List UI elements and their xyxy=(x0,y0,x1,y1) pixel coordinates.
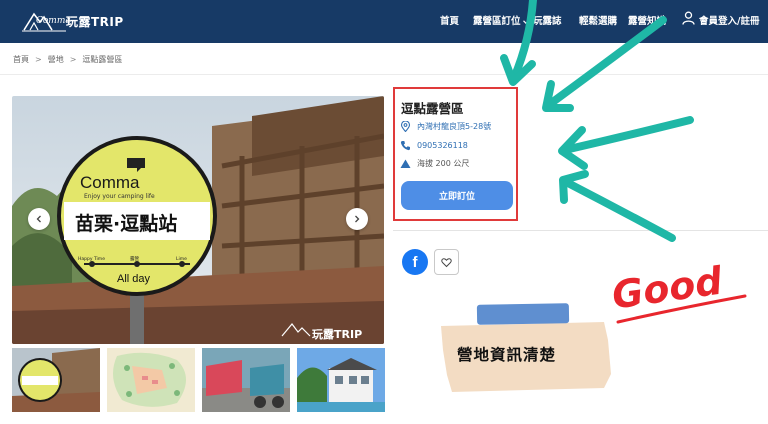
arrow-3-head xyxy=(558,126,588,170)
nav-camping-knowledge[interactable]: 露營知識 xyxy=(628,13,666,27)
thumbnail-2[interactable] xyxy=(107,348,195,412)
nav-login-register[interactable]: 會員登入/註冊 xyxy=(699,13,759,27)
breadcrumb-divider xyxy=(0,74,768,75)
breadcrumb-separator: > xyxy=(69,55,77,64)
breadcrumb-campsites[interactable]: 營地 xyxy=(48,55,64,64)
info-divider xyxy=(393,230,768,231)
top-navbar: Comma 玩露TRIP 首頁 露營區訂位 玩露誌 輕鬆選購 露營知識 會員登入… xyxy=(0,0,768,43)
good-underline xyxy=(616,294,747,324)
sign-tagline: Enjoy your camping life xyxy=(84,193,155,200)
blue-tape xyxy=(476,303,570,325)
arrow-3 xyxy=(561,116,694,154)
highlight-box xyxy=(393,87,518,221)
arrow-1-head xyxy=(500,54,536,86)
main-photo[interactable]: Comma Enjoy your camping life 苗栗·逗點站 Hap… xyxy=(12,96,384,344)
chevron-down-icon xyxy=(522,19,529,24)
logo-text: 玩露TRIP xyxy=(66,15,124,29)
chevron-right-icon xyxy=(355,215,360,223)
next-photo-button[interactable] xyxy=(346,208,368,230)
sign-brand: Comma xyxy=(80,173,140,192)
sign-main-text: 苗栗·逗點站 xyxy=(75,212,177,235)
chevron-left-icon xyxy=(36,215,41,223)
photo-watermark: 玩露TRIP xyxy=(312,328,362,341)
breadcrumb-home[interactable]: 首頁 xyxy=(13,55,29,64)
facebook-share-button[interactable]: f xyxy=(402,249,428,275)
sign-scale-right: Lime xyxy=(176,256,187,262)
good-annotation: Good xyxy=(609,258,725,317)
thumbnail-4[interactable] xyxy=(297,348,385,412)
nav-camping-magazine[interactable]: 玩露誌 xyxy=(533,13,562,27)
arrow-4-head xyxy=(559,170,589,204)
breadcrumb-current: 逗點露營區 xyxy=(82,55,123,64)
nav-campsite-booking-label: 露營區訂位 xyxy=(473,16,521,27)
prev-photo-button[interactable] xyxy=(28,208,50,230)
arrow-2-head xyxy=(542,80,574,112)
favorite-button[interactable] xyxy=(434,249,459,275)
breadcrumb: 首頁 > 營地 > 逗點露營區 xyxy=(13,54,122,65)
sign-allday: All day xyxy=(117,273,151,285)
sign-scale-mid: 露營 xyxy=(130,255,139,262)
nav-campsite-booking[interactable]: 露營區訂位 xyxy=(473,13,530,27)
page: Comma 玩露TRIP 首頁 露營區訂位 玩露誌 輕鬆選購 露營知識 會員登入… xyxy=(0,0,768,424)
note-annotation: 營地資訊清楚 xyxy=(457,346,557,364)
thumbnail-3[interactable] xyxy=(202,348,290,412)
nav-easy-shopping[interactable]: 輕鬆選購 xyxy=(579,13,617,27)
breadcrumb-separator: > xyxy=(35,55,42,64)
user-icon[interactable] xyxy=(682,11,695,25)
heart-icon xyxy=(441,257,452,267)
thumbnail-1[interactable] xyxy=(12,348,100,412)
sign-scale-left: Happy Time xyxy=(78,256,105,262)
facebook-icon: f xyxy=(412,253,418,271)
nav-home[interactable]: 首頁 xyxy=(440,13,459,27)
